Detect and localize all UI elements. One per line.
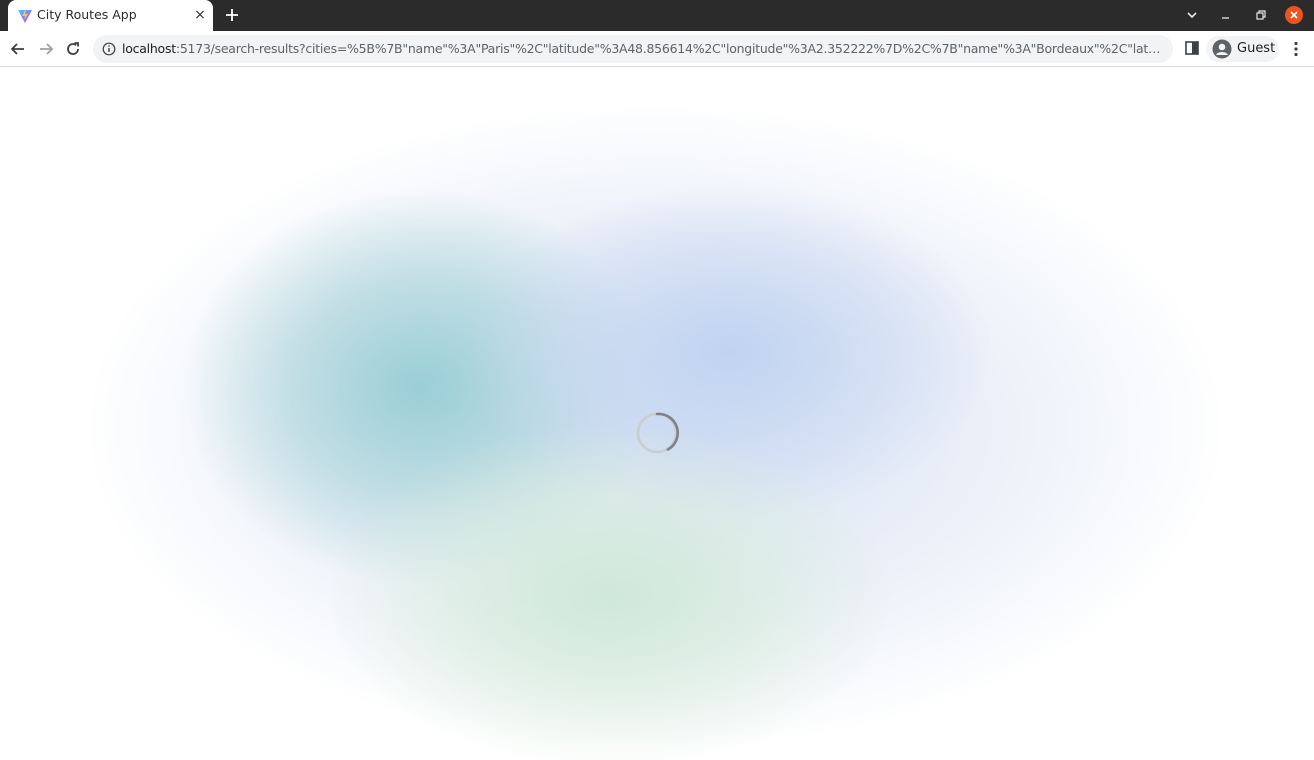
address-bar[interactable]: localhost:5173/search-results?cities=%5B… xyxy=(93,35,1173,63)
forward-arrow-icon[interactable] xyxy=(36,39,56,59)
url-path: :5173/search-results?cities=%5B%7B"name"… xyxy=(175,41,1162,56)
tab-title: City Routes App xyxy=(37,7,137,22)
loading-spinner-icon xyxy=(636,412,679,454)
back-arrow-icon[interactable] xyxy=(8,39,28,59)
avatar xyxy=(1212,39,1232,59)
vite-logo-icon xyxy=(18,9,32,23)
tab-search-icon[interactable] xyxy=(1184,7,1200,23)
restore-icon[interactable] xyxy=(1252,7,1268,23)
side-panel-icon[interactable] xyxy=(1184,40,1200,56)
page-content xyxy=(0,67,1314,760)
tab-close-icon[interactable]: × xyxy=(193,8,207,22)
kebab-menu-icon[interactable] xyxy=(1288,40,1304,58)
browser-toolbar: localhost:5173/search-results?cities=%5B… xyxy=(0,31,1314,67)
new-tab-icon[interactable] xyxy=(223,6,241,24)
reload-icon[interactable] xyxy=(63,39,83,59)
close-icon xyxy=(1290,11,1298,19)
window-close-button[interactable] xyxy=(1285,6,1303,24)
profile-label: Guest xyxy=(1237,41,1276,56)
browser-tabstrip: City Routes App × xyxy=(0,0,1314,31)
url-text[interactable]: localhost:5173/search-results?cities=%5B… xyxy=(122,41,1162,56)
info-icon[interactable] xyxy=(102,42,116,56)
url-host: localhost xyxy=(122,41,176,56)
background-gradient-green xyxy=(330,427,890,760)
profile-button[interactable]: Guest xyxy=(1206,36,1279,62)
browser-tab[interactable]: City Routes App × xyxy=(8,0,213,31)
minimize-icon[interactable] xyxy=(1218,7,1234,23)
